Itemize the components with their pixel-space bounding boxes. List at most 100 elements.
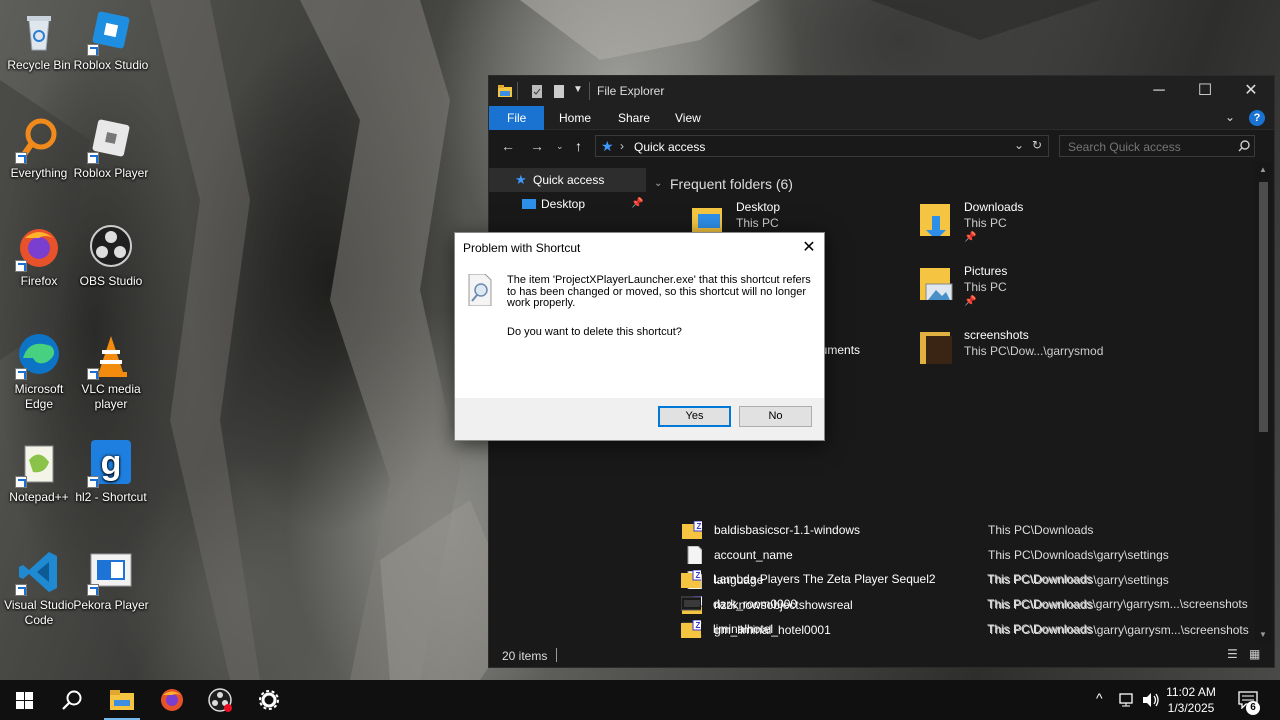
desktop-icon-vscode[interactable]: Visual Studio Code xyxy=(0,548,78,628)
frequent-folder-downloads[interactable]: Downloads This PC 📌 xyxy=(916,200,1126,256)
desktop-icon-everything[interactable]: Everything xyxy=(0,116,78,181)
list-item[interactable]: Z liminalhotel This PC\Downloads xyxy=(675,616,1253,641)
list-item[interactable]: account_name This PC\Downloads\garry\set… xyxy=(676,542,1254,567)
tab-view[interactable]: View xyxy=(661,106,715,130)
desktop-icon-firefox[interactable]: Firefox xyxy=(0,224,78,289)
desktop-icon-vlc[interactable]: VLC media player xyxy=(72,332,150,412)
dialog-message: The item 'ProjectXPlayerLauncher.exe' th… xyxy=(507,274,811,309)
roblox-studio-icon xyxy=(87,8,135,56)
show-hidden-icons-chevron-icon[interactable]: ^ xyxy=(1096,690,1103,706)
desktop-icon-label: Everything xyxy=(10,166,68,180)
refresh-icon[interactable]: ↻ xyxy=(1032,138,1042,152)
address-bar-row: ← → ⌄ ↑ ★ › Quick access ⌄ ↻ xyxy=(489,130,1274,162)
taskbar-settings[interactable] xyxy=(246,680,294,720)
list-item[interactable]: dark_room0000 This PC\Downloads\garry\ga… xyxy=(675,591,1253,616)
title-divider xyxy=(589,82,590,100)
shortcut-arrow-icon xyxy=(15,152,27,164)
search-field[interactable] xyxy=(1059,135,1255,157)
taskbar-obs-studio[interactable] xyxy=(196,680,244,720)
problem-with-shortcut-dialog[interactable]: Problem with Shortcut ✕ The item 'Projec… xyxy=(454,232,825,441)
desktop-icon-hl2-shortcut[interactable]: g hl2 - Shortcut xyxy=(72,440,150,505)
frequent-folders-header[interactable]: Frequent folders (6) xyxy=(670,176,793,192)
help-icon[interactable]: ? xyxy=(1249,110,1265,126)
new-folder-icon[interactable] xyxy=(551,83,567,99)
taskbar-search-button[interactable] xyxy=(48,680,96,720)
system-clock[interactable]: 11:02 AM 1/3/2025 xyxy=(1160,684,1222,716)
shortcut-arrow-icon xyxy=(87,368,99,380)
file-explorer-icon xyxy=(110,690,134,710)
zip-folder-icon: Z xyxy=(681,570,701,588)
breadcrumb-chevron-icon[interactable]: › xyxy=(620,139,624,153)
clock-date: 1/3/2025 xyxy=(1167,701,1215,715)
list-item[interactable]: Z baldisbasicscr-1.1-windows This PC\Dow… xyxy=(676,517,1254,542)
dialog-titlebar[interactable]: Problem with Shortcut ✕ xyxy=(455,233,824,262)
tab-share[interactable]: Share xyxy=(604,106,664,130)
tab-file[interactable]: File xyxy=(489,106,545,130)
up-arrow-icon[interactable]: ↑ xyxy=(575,138,582,154)
frequent-folder-pictures[interactable]: Pictures This PC 📌 xyxy=(916,264,1126,320)
downloads-folder-icon xyxy=(920,204,950,236)
start-button[interactable] xyxy=(0,680,48,720)
file-name: account_name xyxy=(714,548,793,562)
desktop-icon-roblox-player[interactable]: Roblox Player xyxy=(72,116,150,181)
maximize-button[interactable]: ☐ xyxy=(1182,76,1228,106)
desktop-icon-microsoft-edge[interactable]: Microsoft Edge xyxy=(0,332,78,412)
desktop-icon-label: Recycle Bin xyxy=(7,58,71,72)
taskbar-file-explorer[interactable] xyxy=(98,680,146,720)
folder-icon xyxy=(498,85,512,97)
image-file-icon xyxy=(681,596,701,611)
qat-dropdown-icon[interactable]: ▼ xyxy=(573,84,583,95)
details-view-icon[interactable]: ☰ xyxy=(1227,647,1238,661)
tiles-view-icon[interactable]: ▦ xyxy=(1249,647,1260,661)
back-arrow-icon[interactable]: ← xyxy=(501,138,515,154)
vertical-scrollbar[interactable]: ▲ ▼ xyxy=(1255,162,1272,643)
yes-button[interactable]: Yes xyxy=(658,406,731,427)
sidebar-item-desktop[interactable]: Desktop 📌 xyxy=(489,192,646,216)
sidebar-item-label: Quick access xyxy=(533,173,605,187)
sidebar-item-quick-access[interactable]: ★ Quick access xyxy=(489,168,646,192)
scrollbar-thumb[interactable] xyxy=(1259,182,1268,432)
ribbon-expand-icon[interactable]: ⌄ xyxy=(1225,110,1235,124)
vlc-cone-icon xyxy=(87,332,135,380)
desktop-icon-pekora-player[interactable]: Pekora Player xyxy=(72,548,150,613)
breadcrumb-quick-access[interactable]: Quick access xyxy=(634,140,705,154)
desktop-folder-icon xyxy=(522,199,536,209)
scroll-down-icon[interactable]: ▼ xyxy=(1259,630,1267,639)
frequent-folder-screenshots[interactable]: screenshots This PC\Dow...\garrysmod xyxy=(916,328,1126,384)
desktop-icon-label: OBS Studio xyxy=(79,274,143,288)
shortcut-arrow-icon xyxy=(87,44,99,56)
address-dropdown-icon[interactable]: ⌄ xyxy=(1014,138,1024,152)
pin-icon: 📌 xyxy=(964,232,977,243)
screenshots-folder-icon xyxy=(920,332,952,364)
properties-icon[interactable] xyxy=(529,83,545,99)
minimize-button[interactable]: ─ xyxy=(1136,76,1182,106)
desktop-icon-label: Pekora Player xyxy=(73,598,149,612)
desktop-icon-label: Firefox xyxy=(20,274,58,288)
desktop-icon-roblox-studio[interactable]: Roblox Studio xyxy=(72,8,150,73)
dialog-close-button[interactable]: ✕ xyxy=(794,233,824,262)
explorer-titlebar[interactable]: ▼ File Explorer ─ ☐ ✕ xyxy=(489,76,1274,106)
search-input[interactable] xyxy=(1068,140,1228,154)
close-button[interactable]: ✕ xyxy=(1228,76,1274,106)
scroll-up-icon[interactable]: ▲ xyxy=(1259,165,1267,174)
file-location: This PC\Downloads\garry\garrysm...\scree… xyxy=(987,597,1248,611)
desktop-icon-obs-studio[interactable]: OBS Studio xyxy=(72,224,150,289)
desktop-icon-label: Notepad++ xyxy=(9,490,69,504)
search-icon xyxy=(1238,140,1250,152)
address-input[interactable]: ★ › Quick access ⌄ ↻ xyxy=(595,135,1049,157)
firefox-icon xyxy=(161,689,183,711)
desktop-icon-notepad-plus-plus[interactable]: Notepad++ xyxy=(0,440,78,505)
taskbar-firefox[interactable] xyxy=(148,680,196,720)
collapse-chevron-icon[interactable]: ⌄ xyxy=(654,178,662,189)
list-item[interactable]: Z Lambda Players The Zeta Player Sequel2… xyxy=(675,566,1253,591)
volume-icon[interactable] xyxy=(1142,692,1160,708)
shortcut-arrow-icon xyxy=(15,476,27,488)
tab-home[interactable]: Home xyxy=(545,106,605,130)
recent-locations-icon[interactable]: ⌄ xyxy=(556,141,564,152)
network-icon[interactable] xyxy=(1118,692,1136,708)
no-button[interactable]: No xyxy=(739,406,812,427)
forward-arrow-icon[interactable]: → xyxy=(530,138,544,154)
obs-studio-icon xyxy=(87,224,135,272)
desktop-icon-recycle-bin[interactable]: Recycle Bin xyxy=(0,8,78,73)
sidebar-item-label: Desktop xyxy=(541,197,586,211)
